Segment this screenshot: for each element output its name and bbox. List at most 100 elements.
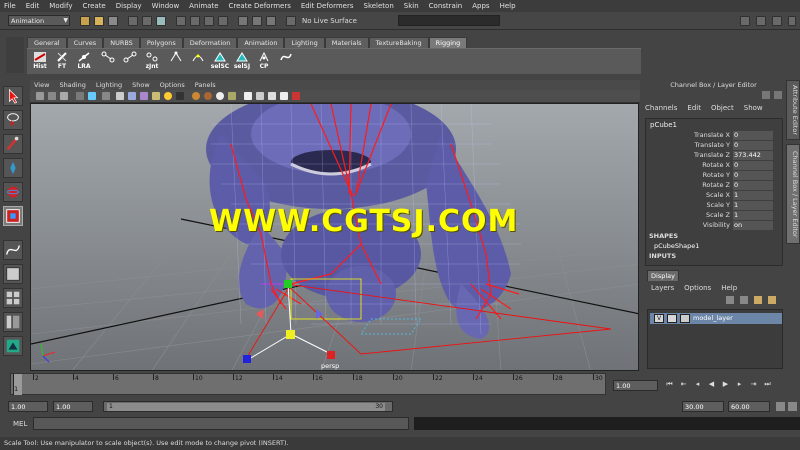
rotate-tool[interactable] bbox=[3, 182, 23, 202]
viewport-menu-options[interactable]: Options bbox=[160, 81, 185, 89]
menu-file[interactable]: File bbox=[4, 2, 16, 10]
film-gate-icon[interactable] bbox=[102, 92, 110, 100]
bookmark-icon[interactable] bbox=[60, 92, 68, 100]
command-input[interactable] bbox=[33, 417, 409, 430]
menu-display[interactable]: Display bbox=[116, 2, 142, 10]
channel-value[interactable]: 0 bbox=[733, 161, 773, 170]
mask-icon[interactable] bbox=[204, 16, 214, 26]
channel-value[interactable]: 0 bbox=[733, 181, 773, 190]
layout-outliner-persp[interactable] bbox=[3, 312, 23, 332]
new-scene-icon[interactable] bbox=[80, 16, 90, 26]
new-layer-icon[interactable] bbox=[754, 296, 762, 304]
menu-help[interactable]: Help bbox=[500, 2, 516, 10]
joint-display-icon[interactable] bbox=[292, 92, 300, 100]
go-to-end-icon[interactable]: ⏭ bbox=[763, 380, 772, 391]
ipr-render-icon[interactable] bbox=[756, 16, 766, 26]
snap-curve-icon[interactable] bbox=[252, 16, 262, 26]
animation-start-field[interactable]: 1.00 bbox=[8, 401, 48, 412]
tab-texturebaking[interactable]: TextureBaking bbox=[368, 37, 429, 48]
step-back-key-icon[interactable]: ⇤ bbox=[679, 380, 688, 391]
render-icon[interactable] bbox=[740, 16, 750, 26]
textured-icon[interactable] bbox=[152, 92, 160, 100]
live-surface-icon[interactable] bbox=[286, 16, 296, 26]
shelf-button-joint-orient[interactable] bbox=[97, 51, 119, 73]
screen-space-ao-icon[interactable] bbox=[192, 92, 200, 100]
viewport-menu-shading[interactable]: Shading bbox=[59, 81, 85, 89]
scale-tool[interactable] bbox=[3, 206, 23, 226]
range-bar[interactable]: 1 30 bbox=[103, 401, 393, 412]
channel-value[interactable]: 1 bbox=[733, 191, 773, 200]
layer-menu-options[interactable]: Options bbox=[684, 284, 711, 292]
layer-down-icon[interactable] bbox=[740, 296, 748, 304]
render-settings-icon[interactable] bbox=[772, 16, 782, 26]
object-name[interactable]: pCube1 bbox=[650, 121, 677, 129]
shelf-button-ik-spline[interactable] bbox=[187, 51, 209, 73]
menu-set-dropdown[interactable]: Animation ▼ bbox=[8, 15, 70, 26]
input-field[interactable] bbox=[398, 15, 500, 26]
channel-value[interactable]: 1 bbox=[733, 211, 773, 220]
menu-create-deformers[interactable]: Create Deformers bbox=[229, 2, 291, 10]
panel-layout-icon[interactable] bbox=[762, 91, 770, 99]
channel-row[interactable]: Visibility on bbox=[646, 221, 782, 231]
channel-row[interactable]: Scale Y1 bbox=[646, 201, 782, 211]
camera-icon[interactable] bbox=[36, 92, 44, 100]
select-tool[interactable] bbox=[3, 86, 23, 106]
layer-color-swatch[interactable] bbox=[680, 314, 690, 323]
go-to-start-icon[interactable]: ⏮ bbox=[665, 380, 674, 391]
menu-modify[interactable]: Modify bbox=[49, 2, 72, 10]
animation-end-field[interactable]: 60.00 bbox=[728, 401, 770, 412]
channel-row[interactable]: Translate Z 373.442 bbox=[646, 151, 782, 161]
tab-attribute-editor[interactable]: Attribute Editor bbox=[786, 80, 800, 140]
viewport-menu-view[interactable]: View bbox=[34, 81, 49, 89]
channel-row[interactable]: Rotate Y0 bbox=[646, 171, 782, 181]
select-component-icon[interactable] bbox=[156, 16, 166, 26]
layer-visibility-toggle[interactable]: V bbox=[654, 314, 664, 323]
channel-row[interactable]: Rotate X0 bbox=[646, 161, 782, 171]
step-forward-frame-icon[interactable]: ▸ bbox=[735, 380, 744, 391]
shelf-button-ik-handle[interactable] bbox=[165, 51, 187, 73]
lights-icon[interactable] bbox=[164, 92, 172, 100]
viewport-menu-panels[interactable]: Panels bbox=[195, 81, 216, 89]
viewport-menu-lighting[interactable]: Lighting bbox=[96, 81, 122, 89]
anti-aliasing-icon[interactable] bbox=[216, 92, 224, 100]
playback-end-field[interactable]: 30.00 bbox=[682, 401, 724, 412]
step-forward-key-icon[interactable]: ⇥ bbox=[749, 380, 758, 391]
lasso-tool[interactable] bbox=[3, 110, 23, 130]
wireframe-on-shaded-icon[interactable] bbox=[140, 92, 148, 100]
shadows-icon[interactable] bbox=[176, 92, 184, 100]
time-slider[interactable]: 1 2 4 6 8 10 12 14 16 18 20 22 24 26 28 … bbox=[10, 373, 606, 395]
tab-curves[interactable]: Curves bbox=[66, 37, 104, 48]
smooth-shade-icon[interactable] bbox=[128, 92, 136, 100]
mask-icon[interactable] bbox=[218, 16, 228, 26]
snap-point-icon[interactable] bbox=[266, 16, 276, 26]
paint-select-tool[interactable] bbox=[3, 134, 23, 154]
xray-joints-icon[interactable] bbox=[268, 92, 276, 100]
play-forward-icon[interactable]: ▶ bbox=[721, 380, 730, 391]
mask-icon[interactable] bbox=[176, 16, 186, 26]
tab-deformation[interactable]: Deformation bbox=[182, 37, 238, 48]
shelf-button-selsc[interactable]: selSC bbox=[209, 51, 231, 73]
menu-apps[interactable]: Apps bbox=[472, 2, 489, 10]
layer-row[interactable]: V model_layer bbox=[650, 313, 782, 324]
camera-attributes-icon[interactable] bbox=[48, 92, 56, 100]
layer-menu-layers[interactable]: Layers bbox=[651, 284, 674, 292]
layout-single-pane[interactable] bbox=[3, 264, 23, 284]
move-tool[interactable] bbox=[3, 158, 23, 178]
tab-materials[interactable]: Materials bbox=[324, 37, 369, 48]
menu-edit[interactable]: Edit bbox=[26, 2, 40, 10]
tab-nurbs[interactable]: NURBS bbox=[103, 37, 140, 48]
play-backward-icon[interactable]: ◀ bbox=[707, 380, 716, 391]
range-handle[interactable]: 1 30 bbox=[107, 403, 385, 411]
mask-icon[interactable] bbox=[190, 16, 200, 26]
snap-grid-icon[interactable] bbox=[238, 16, 248, 26]
shelf-button-hist[interactable]: Hist bbox=[29, 51, 51, 73]
shelf-button-ft[interactable]: FT bbox=[51, 51, 73, 73]
new-layer-selected-icon[interactable] bbox=[768, 296, 776, 304]
channel-value[interactable]: 0 bbox=[733, 131, 773, 140]
menu-constrain[interactable]: Constrain bbox=[429, 2, 463, 10]
channel-row[interactable]: Translate X0 bbox=[646, 131, 782, 141]
save-scene-icon[interactable] bbox=[108, 16, 118, 26]
menu-skeleton[interactable]: Skeleton bbox=[364, 2, 394, 10]
show-manipulator-tool[interactable] bbox=[3, 240, 23, 260]
shelf-button-zjnt[interactable]: zJnt bbox=[141, 51, 163, 73]
